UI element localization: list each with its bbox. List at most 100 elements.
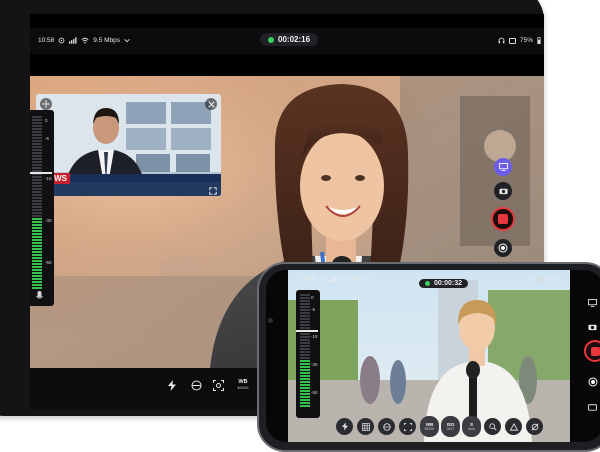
meter-segment <box>32 158 42 160</box>
meter-tick: -30 <box>311 362 318 367</box>
meter-segment <box>32 233 42 235</box>
meter-segment <box>32 125 42 127</box>
focus-frame-icon[interactable] <box>399 418 416 435</box>
gain-slider-handle[interactable] <box>296 330 318 332</box>
grid-icon[interactable] <box>357 418 374 435</box>
stop-icon <box>498 214 508 224</box>
meter-segment <box>32 176 42 178</box>
phone-record-timer: 00:00:32 <box>419 273 469 291</box>
record-button[interactable] <box>491 207 515 231</box>
monitor-icon <box>537 276 543 282</box>
timer-value: 00:00:32 <box>434 280 463 287</box>
warning-icon[interactable] <box>505 418 522 435</box>
meter-segment <box>32 191 42 193</box>
tablet-status-bar: 10:58 9.5 Mbps 00:02:16 75% <box>30 28 544 54</box>
meter-segment <box>32 149 42 151</box>
phone-record-button[interactable] <box>584 340 600 362</box>
settings-icon[interactable] <box>320 276 326 282</box>
meter-segment <box>32 218 42 220</box>
microphone-icon[interactable] <box>36 288 43 306</box>
zoom-icon[interactable] <box>484 418 501 435</box>
close-icon[interactable] <box>205 98 217 110</box>
meter-segment <box>300 306 310 308</box>
meter-segment <box>300 357 310 359</box>
meter-segment <box>32 281 42 283</box>
stabilization-off-icon[interactable] <box>526 418 543 435</box>
stream-button[interactable] <box>494 158 512 176</box>
meter-segment <box>300 378 310 380</box>
exposure-icon[interactable] <box>378 418 395 435</box>
meter-segment <box>300 390 310 392</box>
chevron-down-icon[interactable] <box>124 38 130 43</box>
fullscreen-icon[interactable] <box>209 182 217 196</box>
meter-segment <box>32 263 42 265</box>
meter-segment <box>32 251 42 253</box>
monitor-icon <box>509 37 516 44</box>
meter-segment <box>32 143 42 145</box>
meter-tick: -6 <box>311 307 316 312</box>
camera-icon[interactable] <box>588 318 597 336</box>
circle-record-icon[interactable] <box>588 374 598 392</box>
meter-segment <box>32 215 42 217</box>
meter-segment <box>32 206 42 208</box>
focus-frame-icon[interactable] <box>213 380 224 391</box>
meter-segment <box>32 212 42 214</box>
meter-segment <box>300 351 310 353</box>
meter-segment <box>32 197 42 199</box>
move-icon[interactable] <box>40 98 52 110</box>
flash-icon[interactable] <box>336 418 353 435</box>
meter-segment <box>300 363 310 365</box>
pip-news-window[interactable]: NEWS <box>36 94 221 196</box>
meter-segment <box>32 239 42 241</box>
meter-segment <box>300 327 310 329</box>
tablet-battery-level: 75% <box>520 37 534 44</box>
meter-segment <box>300 297 310 299</box>
white-balance-button[interactable]: WB 5500K <box>420 416 439 437</box>
meter-tick: -6 <box>45 136 50 141</box>
shutter-button[interactable]: S Auto <box>462 416 481 437</box>
meter-segment <box>300 342 310 344</box>
tablet-audio-meter: 0 -6 -18 -30 -50 <box>30 110 54 306</box>
capture-button[interactable] <box>494 239 512 257</box>
meter-segment <box>32 248 42 250</box>
camera-icon <box>498 188 508 195</box>
switch-camera-icon[interactable] <box>588 398 597 416</box>
tablet-bitrate[interactable]: 9.5 Mbps <box>93 37 120 44</box>
snapshot-button[interactable] <box>494 182 512 200</box>
meter-segment <box>32 137 42 139</box>
meter-segment <box>300 369 310 371</box>
meter-segment <box>32 230 42 232</box>
meter-segment <box>300 324 310 326</box>
meter-segment <box>32 188 42 190</box>
settings-icon[interactable] <box>58 37 65 44</box>
meter-segment <box>32 260 42 262</box>
circle-record-icon <box>498 243 508 253</box>
phone-bitrate[interactable]: 6.3 Mbps <box>341 276 364 282</box>
meter-segment <box>300 387 310 389</box>
meter-segment <box>300 405 310 407</box>
meter-segment <box>300 345 310 347</box>
meter-segment <box>32 284 42 286</box>
meter-segment <box>32 236 42 238</box>
meter-segment <box>32 275 42 277</box>
white-balance-button[interactable]: WB 4662K <box>233 379 253 391</box>
meter-segment <box>32 200 42 202</box>
chevron-down-icon[interactable] <box>367 277 373 281</box>
shutter-value: Auto <box>467 427 476 431</box>
meter-segment <box>300 339 310 341</box>
meter-segment <box>300 393 310 395</box>
exposure-icon[interactable] <box>191 380 202 391</box>
stream-icon[interactable] <box>588 294 597 312</box>
signal-icon <box>69 37 77 44</box>
meter-tick: -50 <box>45 260 52 265</box>
flash-icon[interactable] <box>168 380 176 391</box>
phone-audio-meter: 0 -6 -18 -30 -50 <box>296 290 320 418</box>
meter-segment <box>300 336 310 338</box>
meter-segment <box>32 272 42 274</box>
meter-tick: -30 <box>45 218 52 223</box>
iso-button[interactable]: ISO 2617 <box>441 416 460 437</box>
meter-segment <box>300 303 310 305</box>
gain-slider-handle[interactable] <box>30 172 52 174</box>
meter-segment <box>32 269 42 271</box>
meter-segment <box>300 294 310 296</box>
